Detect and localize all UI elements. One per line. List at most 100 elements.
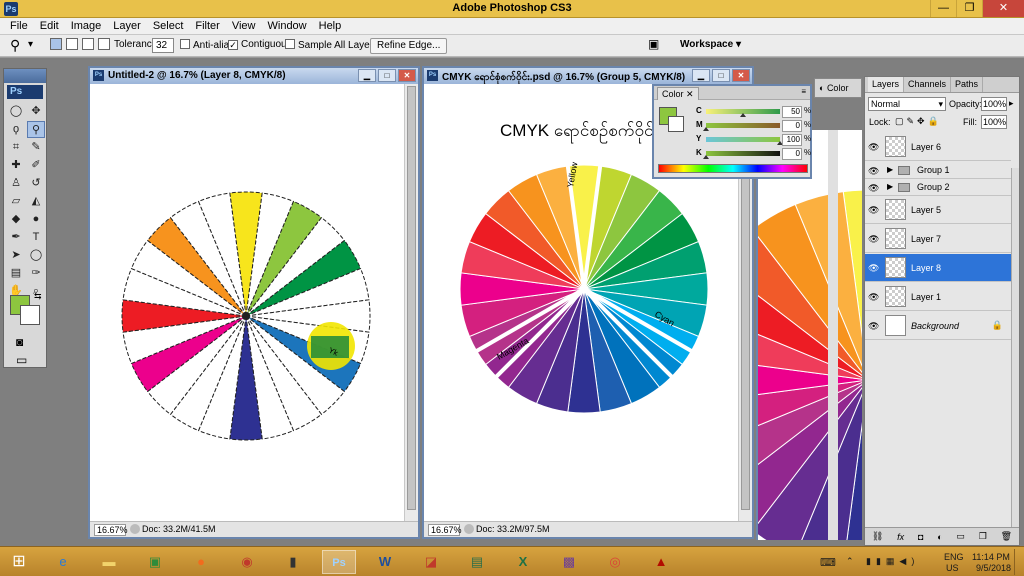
- doc-close-button[interactable]: ✕: [398, 69, 416, 82]
- doc-minimize-button[interactable]: ▁: [692, 69, 710, 82]
- input-region[interactable]: US: [946, 563, 959, 573]
- layer-row[interactable]: 👁 Background 🔒: [865, 312, 1011, 340]
- tab-paths[interactable]: Paths: [951, 77, 984, 92]
- tab-channels[interactable]: Channels: [904, 77, 952, 92]
- subtract-selection-icon[interactable]: [82, 38, 94, 50]
- link-icon[interactable]: ⛓: [872, 531, 883, 542]
- yellow-slider-bar[interactable]: [706, 137, 780, 142]
- color-tab[interactable]: Color ✕: [657, 87, 699, 100]
- refine-edge-button[interactable]: Refine Edge...: [370, 38, 448, 54]
- store-icon[interactable]: ▣: [138, 550, 172, 574]
- tab-layers[interactable]: Layers: [868, 77, 905, 92]
- eye-visibility-icon[interactable]: 👁: [868, 234, 879, 245]
- opacity-input[interactable]: 100%: [981, 97, 1007, 111]
- show-desktop-button[interactable]: [1014, 549, 1022, 575]
- slider-thumb[interactable]: [703, 127, 709, 131]
- eye-visibility-icon[interactable]: 👁: [868, 142, 879, 153]
- doc-maximize-button[interactable]: □: [712, 69, 730, 82]
- eye-visibility-icon[interactable]: 👁: [868, 166, 879, 177]
- anti-alias-checkbox[interactable]: Anti-alias: [180, 39, 234, 51]
- menu-select[interactable]: Select: [147, 18, 190, 34]
- tray-chevron-icon[interactable]: ⌃: [846, 556, 854, 567]
- lasso-tool-icon[interactable]: ϙ: [7, 121, 25, 138]
- doc-minimize-button[interactable]: ▁: [358, 69, 376, 82]
- dodge-tool-icon[interactable]: ●: [27, 211, 45, 228]
- layer-row[interactable]: 👁 Layer 8: [865, 254, 1011, 282]
- menu-view[interactable]: View: [226, 18, 262, 34]
- black-slider[interactable]: K 0 %: [696, 148, 811, 161]
- bucket-tool-icon[interactable]: ◭: [27, 193, 45, 210]
- new-layer-icon[interactable]: ❐: [979, 531, 987, 542]
- cyan-slider[interactable]: C 50 %: [696, 106, 811, 119]
- pen-tool-icon[interactable]: ✒: [7, 229, 25, 246]
- zoom-field[interactable]: 16.67%: [94, 524, 128, 536]
- firefox-icon[interactable]: ●: [184, 550, 218, 574]
- info-icon[interactable]: [464, 524, 474, 534]
- layer-row[interactable]: 👁 Layer 5: [865, 196, 1011, 224]
- slider-thumb[interactable]: [703, 155, 709, 159]
- eraser-tool-icon[interactable]: ▱: [7, 193, 25, 210]
- background-color-swatch[interactable]: [20, 305, 40, 325]
- input-language[interactable]: ENG: [944, 552, 964, 562]
- healing-tool-icon[interactable]: ✚: [7, 157, 25, 174]
- sample-all-layers-checkbox[interactable]: Sample All Layers: [285, 39, 378, 51]
- acrobat-icon[interactable]: ▲: [644, 550, 678, 574]
- blend-mode-select[interactable]: Normal ▾: [868, 97, 946, 111]
- doc-close-button[interactable]: ✕: [732, 69, 750, 82]
- excel-icon[interactable]: X: [506, 550, 540, 574]
- layer-row[interactable]: 👁 Layer 1: [865, 283, 1011, 311]
- document-title-bar[interactable]: Ps Untitled-2 @ 16.7% (Layer 8, CMYK/8) …: [90, 68, 418, 84]
- layers-scrollbar[interactable]: [1011, 168, 1019, 528]
- menu-layer[interactable]: Layer: [107, 18, 147, 34]
- contiguous-checkbox[interactable]: ✓ Contiguous: [228, 39, 292, 50]
- lock-icons[interactable]: ▢✎✥🔒: [895, 116, 942, 127]
- maximize-button[interactable]: ❐: [956, 0, 982, 17]
- word-icon[interactable]: W: [368, 550, 402, 574]
- workspace-button[interactable]: Workspace ▾: [680, 39, 741, 50]
- panel-menu-icon[interactable]: ≡: [801, 87, 806, 96]
- clock-time[interactable]: 11:14 PM: [972, 552, 1010, 562]
- doc-maximize-button[interactable]: □: [378, 69, 396, 82]
- opacity-dropdown-icon[interactable]: ▸: [1009, 98, 1014, 109]
- minimize-button[interactable]: —: [930, 0, 956, 17]
- shape-tool-icon[interactable]: ◯: [27, 247, 45, 264]
- black-slider-bar[interactable]: [706, 151, 780, 156]
- fx-icon[interactable]: fx: [897, 532, 904, 542]
- notes-tool-icon[interactable]: ▤: [7, 265, 25, 282]
- blur-tool-icon[interactable]: ◆: [7, 211, 25, 228]
- color-panel-bg-swatch[interactable]: [668, 116, 684, 132]
- eye-visibility-icon[interactable]: 👁: [868, 205, 879, 216]
- type-tool-icon[interactable]: T: [27, 229, 45, 246]
- mask-icon[interactable]: ◘: [918, 532, 923, 542]
- color-spectrum-ramp[interactable]: [658, 164, 808, 173]
- dock-color-button[interactable]: ◐ Color: [814, 78, 862, 98]
- magic-wand-tool-icon[interactable]: ⚲: [27, 121, 45, 138]
- menu-filter[interactable]: Filter: [189, 18, 225, 34]
- crop-tool-icon[interactable]: ⌗: [7, 139, 25, 156]
- clock-date[interactable]: 9/5/2018: [976, 563, 1011, 573]
- internet-explorer-icon[interactable]: e: [46, 550, 80, 574]
- trash-icon[interactable]: 🗑: [1001, 531, 1012, 542]
- move-tool-icon[interactable]: ✥: [27, 103, 45, 120]
- swap-colors-icon[interactable]: ⇆: [34, 291, 42, 302]
- layer-row[interactable]: 👁 Layer 6: [865, 133, 1011, 161]
- photoshop-taskbar-icon[interactable]: Ps: [322, 550, 356, 574]
- tolerance-input[interactable]: 32: [152, 38, 174, 53]
- eyedropper-tool-icon[interactable]: ✑: [27, 265, 45, 282]
- background-document-canvas[interactable]: [756, 130, 862, 540]
- menu-edit[interactable]: Edit: [34, 18, 65, 34]
- eye-visibility-icon[interactable]: 👁: [868, 292, 879, 303]
- path-select-icon[interactable]: ➤: [7, 247, 25, 264]
- menu-window[interactable]: Window: [262, 18, 313, 34]
- presentation-icon[interactable]: ▤: [460, 550, 494, 574]
- magenta-slider-bar[interactable]: [706, 123, 780, 128]
- layer-row[interactable]: 👁 Layer 7: [865, 225, 1011, 253]
- yellow-slider[interactable]: Y 100 %: [696, 134, 811, 147]
- vertical-scrollbar[interactable]: [404, 84, 418, 521]
- eye-visibility-icon[interactable]: 👁: [868, 263, 879, 274]
- document-canvas[interactable]: Yk: [90, 84, 404, 521]
- zoom-field[interactable]: 16.67%: [428, 524, 462, 536]
- stamp-tool-icon[interactable]: ♙: [7, 175, 25, 192]
- fill-input[interactable]: 100%: [981, 115, 1007, 129]
- system-tray-icons[interactable]: ▮▮▦◀): [866, 556, 919, 567]
